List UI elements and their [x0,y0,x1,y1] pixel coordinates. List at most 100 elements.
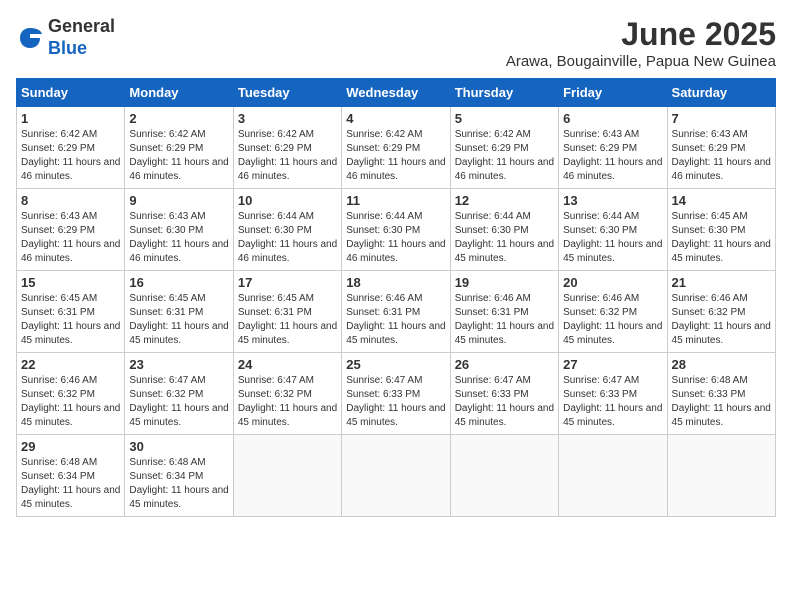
table-row: 24Sunrise: 6:47 AMSunset: 6:32 PMDayligh… [233,353,341,435]
header-thursday: Thursday [450,79,558,107]
day-info: Sunrise: 6:47 AMSunset: 6:33 PMDaylight:… [346,374,445,430]
calendar-subtitle: Arawa, Bougainville, Papua New Guinea [506,53,776,70]
day-number: 19 [455,275,554,290]
calendar-week-row: 22Sunrise: 6:46 AMSunset: 6:32 PMDayligh… [17,353,776,435]
day-info: Sunrise: 6:42 AMSunset: 6:29 PMDaylight:… [455,128,554,184]
day-number: 3 [238,111,337,126]
table-row: 25 Sunrise: 6:47 AMSunset: 6:33 PMDayligh… [342,353,450,435]
day-number: 21 [672,275,771,290]
day-info: Sunrise: 6:46 AMSunset: 6:32 PMDaylight:… [672,292,771,348]
day-info: Sunrise: 6:43 AMSunset: 6:30 PMDaylight:… [129,210,228,266]
day-info: Sunrise: 6:46 AMSunset: 6:32 PMDaylight:… [563,292,662,348]
table-row: 18 Sunrise: 6:46 AMSunset: 6:31 PMDayligh… [342,271,450,353]
header-saturday: Saturday [667,79,775,107]
table-row: 15Sunrise: 6:45 AMSunset: 6:31 PMDayligh… [17,271,125,353]
table-row [559,435,667,517]
calendar-table: Sunday Monday Tuesday Wednesday Thursday… [16,78,776,517]
day-info: Sunrise: 6:45 AMSunset: 6:31 PMDaylight:… [129,292,228,348]
day-info: Sunrise: 6:45 AMSunset: 6:31 PMDaylight:… [238,292,337,348]
day-info: Sunrise: 6:42 AMSunset: 6:29 PMDaylight:… [238,128,337,184]
calendar-week-row: 1 Sunrise: 6:42 AMSunset: 6:29 PMDaylight… [17,107,776,189]
day-number: 18 [346,275,445,290]
table-row [450,435,558,517]
table-row [667,435,775,517]
day-number: 24 [238,357,337,372]
day-info: Sunrise: 6:47 AMSunset: 6:33 PMDaylight:… [455,374,554,430]
table-row: 29 Sunrise: 6:48 AMSunset: 6:34 PMDayligh… [17,435,125,517]
table-row: 7 Sunrise: 6:43 AMSunset: 6:29 PMDaylight… [667,107,775,189]
day-number: 7 [672,111,771,126]
calendar-week-row: 15Sunrise: 6:45 AMSunset: 6:31 PMDayligh… [17,271,776,353]
day-info: Sunrise: 6:43 AMSunset: 6:29 PMDaylight:… [563,128,662,184]
table-row: 5Sunrise: 6:42 AMSunset: 6:29 PMDaylight… [450,107,558,189]
day-headers: Sunday Monday Tuesday Wednesday Thursday… [17,79,776,107]
table-row: 2 Sunrise: 6:42 AMSunset: 6:29 PMDaylight… [125,107,233,189]
table-row: 23 Sunrise: 6:47 AMSunset: 6:32 PMDayligh… [125,353,233,435]
logo-general: General [48,16,115,36]
table-row: 30Sunrise: 6:48 AMSunset: 6:34 PMDayligh… [125,435,233,517]
day-number: 20 [563,275,662,290]
day-info: Sunrise: 6:42 AMSunset: 6:29 PMDaylight:… [129,128,228,184]
table-row: 14 Sunrise: 6:45 AMSunset: 6:30 PMDayligh… [667,189,775,271]
day-info: Sunrise: 6:44 AMSunset: 6:30 PMDaylight:… [238,210,337,266]
day-info: Sunrise: 6:42 AMSunset: 6:29 PMDaylight:… [346,128,445,184]
header-monday: Monday [125,79,233,107]
header: General Blue June 2025 Arawa, Bougainvil… [16,16,776,70]
header-tuesday: Tuesday [233,79,341,107]
day-info: Sunrise: 6:45 AMSunset: 6:30 PMDaylight:… [672,210,771,266]
calendar-week-row: 8Sunrise: 6:43 AMSunset: 6:29 PMDaylight… [17,189,776,271]
day-number: 1 [21,111,120,126]
table-row: 1Sunrise: 6:42 AMSunset: 6:29 PMDaylight… [17,107,125,189]
table-row: 19Sunrise: 6:46 AMSunset: 6:31 PMDayligh… [450,271,558,353]
logo-blue: Blue [48,38,87,58]
day-number: 6 [563,111,662,126]
table-row: 11Sunrise: 6:44 AMSunset: 6:30 PMDayligh… [342,189,450,271]
day-number: 16 [129,275,228,290]
table-row: 20 Sunrise: 6:46 AMSunset: 6:32 PMDayligh… [559,271,667,353]
table-row: 16 Sunrise: 6:45 AMSunset: 6:31 PMDayligh… [125,271,233,353]
table-row: 27 Sunrise: 6:47 AMSunset: 6:33 PMDayligh… [559,353,667,435]
table-row: 26 Sunrise: 6:47 AMSunset: 6:33 PMDayligh… [450,353,558,435]
day-info: Sunrise: 6:48 AMSunset: 6:34 PMDaylight:… [129,456,228,512]
table-row [233,435,341,517]
day-info: Sunrise: 6:45 AMSunset: 6:31 PMDaylight:… [21,292,120,348]
day-number: 25 [346,357,445,372]
logo-text: General Blue [48,16,115,59]
day-number: 10 [238,193,337,208]
table-row: 9 Sunrise: 6:43 AMSunset: 6:30 PMDaylight… [125,189,233,271]
title-area: June 2025 Arawa, Bougainville, Papua New… [506,16,776,70]
day-info: Sunrise: 6:43 AMSunset: 6:29 PMDaylight:… [672,128,771,184]
day-number: 12 [455,193,554,208]
table-row: 28Sunrise: 6:48 AMSunset: 6:33 PMDayligh… [667,353,775,435]
table-row: 17 Sunrise: 6:45 AMSunset: 6:31 PMDayligh… [233,271,341,353]
header-wednesday: Wednesday [342,79,450,107]
day-number: 14 [672,193,771,208]
header-sunday: Sunday [17,79,125,107]
day-number: 23 [129,357,228,372]
table-row: 6 Sunrise: 6:43 AMSunset: 6:29 PMDaylight… [559,107,667,189]
table-row: 12Sunrise: 6:44 AMSunset: 6:30 PMDayligh… [450,189,558,271]
day-info: Sunrise: 6:46 AMSunset: 6:32 PMDaylight:… [21,374,120,430]
day-number: 8 [21,193,120,208]
day-info: Sunrise: 6:46 AMSunset: 6:31 PMDaylight:… [346,292,445,348]
table-row: 13Sunrise: 6:44 AMSunset: 6:30 PMDayligh… [559,189,667,271]
day-info: Sunrise: 6:44 AMSunset: 6:30 PMDaylight:… [346,210,445,266]
header-friday: Friday [559,79,667,107]
logo: General Blue [16,16,115,59]
day-info: Sunrise: 6:47 AMSunset: 6:32 PMDaylight:… [129,374,228,430]
day-number: 26 [455,357,554,372]
day-number: 29 [21,439,120,454]
table-row: 21 Sunrise: 6:46 AMSunset: 6:32 PMDayligh… [667,271,775,353]
day-number: 2 [129,111,228,126]
day-number: 27 [563,357,662,372]
day-info: Sunrise: 6:48 AMSunset: 6:34 PMDaylight:… [21,456,120,512]
logo-icon [16,24,44,52]
day-number: 9 [129,193,228,208]
calendar-title: June 2025 [506,16,776,53]
table-row: 10 Sunrise: 6:44 AMSunset: 6:30 PMDayligh… [233,189,341,271]
day-number: 17 [238,275,337,290]
day-info: Sunrise: 6:47 AMSunset: 6:33 PMDaylight:… [563,374,662,430]
table-row [342,435,450,517]
day-info: Sunrise: 6:48 AMSunset: 6:33 PMDaylight:… [672,374,771,430]
calendar-week-row: 29 Sunrise: 6:48 AMSunset: 6:34 PMDayligh… [17,435,776,517]
